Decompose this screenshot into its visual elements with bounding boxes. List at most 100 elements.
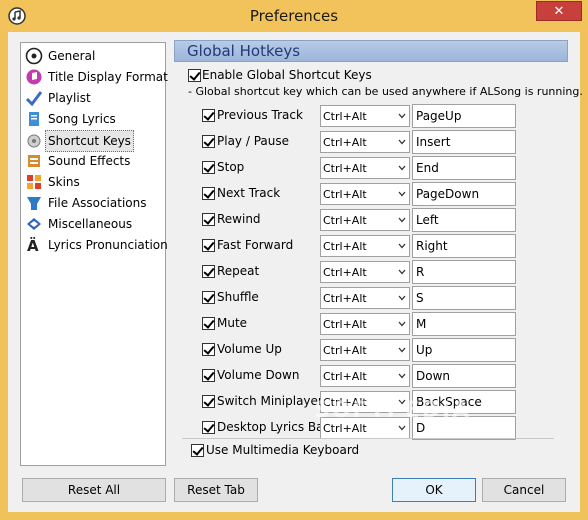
chevron-down-icon [398, 165, 406, 171]
hotkey-enable-checkbox[interactable] [202, 317, 215, 330]
ok-button[interactable]: OK [392, 478, 476, 502]
hotkey-row: Stop Ctrl+Alt End [8, 156, 580, 182]
modifier-value: Ctrl+Alt [323, 162, 367, 175]
modifier-dropdown[interactable]: Ctrl+Alt [320, 287, 410, 309]
key-value: End [416, 161, 439, 175]
chevron-down-icon [398, 191, 406, 197]
key-input[interactable]: R [412, 260, 516, 284]
chevron-down-icon [398, 243, 406, 249]
key-input[interactable]: Insert [412, 130, 516, 154]
hotkey-enable-checkbox[interactable] [202, 239, 215, 252]
close-button[interactable]: ✕ [536, 1, 582, 21]
multimedia-keyboard-label: Use Multimedia Keyboard [206, 443, 360, 457]
multimedia-keyboard-checkbox[interactable] [191, 444, 204, 457]
modifier-value: Ctrl+Alt [323, 344, 367, 357]
key-input[interactable]: PageDown [412, 182, 516, 206]
key-value: M [416, 317, 427, 331]
key-value: Insert [416, 135, 451, 149]
hotkey-row: Volume Down Ctrl+Alt Down [8, 364, 580, 390]
hotkey-enable-checkbox[interactable] [202, 213, 215, 226]
key-input[interactable]: Left [412, 208, 516, 232]
modifier-dropdown[interactable]: Ctrl+Alt [320, 105, 410, 127]
key-input[interactable]: Down [412, 364, 516, 388]
hotkey-row: Next Track Ctrl+Alt PageDown [8, 182, 580, 208]
hotkey-row: Rewind Ctrl+Alt Left [8, 208, 580, 234]
modifier-dropdown[interactable]: Ctrl+Alt [320, 131, 410, 153]
modifier-dropdown[interactable]: Ctrl+Alt [320, 261, 410, 283]
panel-title: Global Hotkeys [187, 42, 301, 60]
divider [182, 438, 554, 439]
chevron-down-icon [398, 295, 406, 301]
watermark: SOFTPEDIA [314, 398, 472, 423]
modifier-value: Ctrl+Alt [323, 292, 367, 305]
preferences-window: Preferences ✕ General Title Display Forma… [0, 0, 588, 520]
chevron-down-icon [398, 113, 406, 119]
panel-description: - Global shortcut key which can be used … [188, 85, 583, 98]
key-value: Down [416, 369, 451, 383]
hotkey-label: Next Track [217, 186, 281, 200]
hotkey-label: Repeat [217, 264, 260, 278]
key-input[interactable]: Right [412, 234, 516, 258]
hotkey-row: Switch Miniplayer Ctrl+Alt BackSpace [8, 390, 580, 416]
hotkey-label: Switch Miniplayer [217, 394, 323, 408]
modifier-value: Ctrl+Alt [323, 370, 367, 383]
key-input[interactable]: S [412, 286, 516, 310]
modifier-value: Ctrl+Alt [323, 422, 367, 435]
modifier-value: Ctrl+Alt [323, 110, 367, 123]
hotkey-enable-checkbox[interactable] [202, 135, 215, 148]
hotkey-row: Play / Pause Ctrl+Alt Insert [8, 130, 580, 156]
modifier-dropdown[interactable]: Ctrl+Alt [320, 157, 410, 179]
key-value: PageUp [416, 109, 462, 123]
enable-global-shortcut-checkbox[interactable] [188, 69, 201, 82]
sidebar-item-label: Title Display Format [48, 70, 168, 84]
modifier-dropdown[interactable]: Ctrl+Alt [320, 183, 410, 205]
chevron-down-icon [398, 139, 406, 145]
hotkey-enable-checkbox[interactable] [202, 109, 215, 122]
hotkey-label: Volume Up [217, 342, 282, 356]
hotkey-label: Stop [217, 160, 245, 174]
enable-global-shortcut-label: Enable Global Shortcut Keys [202, 68, 372, 82]
hotkey-row: Repeat Ctrl+Alt R [8, 260, 580, 286]
modifier-dropdown[interactable]: Ctrl+Alt [320, 339, 410, 361]
key-value: D [416, 421, 426, 435]
hotkey-enable-checkbox[interactable] [202, 265, 215, 278]
key-input[interactable]: PageUp [412, 104, 516, 128]
chevron-down-icon [398, 321, 406, 327]
key-input[interactable]: M [412, 312, 516, 336]
modifier-dropdown[interactable]: Ctrl+Alt [320, 313, 410, 335]
hotkey-enable-checkbox[interactable] [202, 343, 215, 356]
modifier-value: Ctrl+Alt [323, 214, 367, 227]
hotkey-label: Mute [217, 316, 248, 330]
hotkey-enable-checkbox[interactable] [202, 291, 215, 304]
hotkey-enable-checkbox[interactable] [202, 395, 215, 408]
sidebar-item-general[interactable]: General [25, 46, 163, 66]
modifier-value: Ctrl+Alt [323, 240, 367, 253]
hotkey-row: Volume Up Ctrl+Alt Up [8, 338, 580, 364]
hotkey-label: Play / Pause [217, 134, 289, 148]
modifier-value: Ctrl+Alt [323, 266, 367, 279]
modifier-dropdown[interactable]: Ctrl+Alt [320, 209, 410, 231]
key-value: S [416, 291, 424, 305]
key-input[interactable]: End [412, 156, 516, 180]
modifier-dropdown[interactable]: Ctrl+Alt [320, 235, 410, 257]
key-value: Right [416, 239, 448, 253]
modifier-value: Ctrl+Alt [323, 136, 367, 149]
modifier-value: Ctrl+Alt [323, 318, 367, 331]
chevron-down-icon [398, 217, 406, 223]
hotkey-label: Rewind [217, 212, 261, 226]
reset-all-button[interactable]: Reset All [22, 478, 166, 502]
title-bar[interactable]: Preferences ✕ [0, 0, 588, 32]
key-input[interactable]: Up [412, 338, 516, 362]
hotkey-enable-checkbox[interactable] [202, 187, 215, 200]
hotkey-label: Desktop Lyrics Bar [217, 420, 329, 434]
client-area: General Title Display Format Playlist Song … [8, 32, 583, 512]
sidebar-item-title-display-format[interactable]: Title Display Format [25, 67, 168, 87]
modifier-dropdown[interactable]: Ctrl+Alt [320, 365, 410, 387]
hotkey-label: Shuffle [217, 290, 259, 304]
key-value: Left [416, 213, 439, 227]
cancel-button[interactable]: Cancel [482, 478, 566, 502]
hotkey-enable-checkbox[interactable] [202, 161, 215, 174]
hotkey-enable-checkbox[interactable] [202, 369, 215, 382]
reset-tab-button[interactable]: Reset Tab [174, 478, 258, 502]
hotkey-enable-checkbox[interactable] [202, 421, 215, 434]
